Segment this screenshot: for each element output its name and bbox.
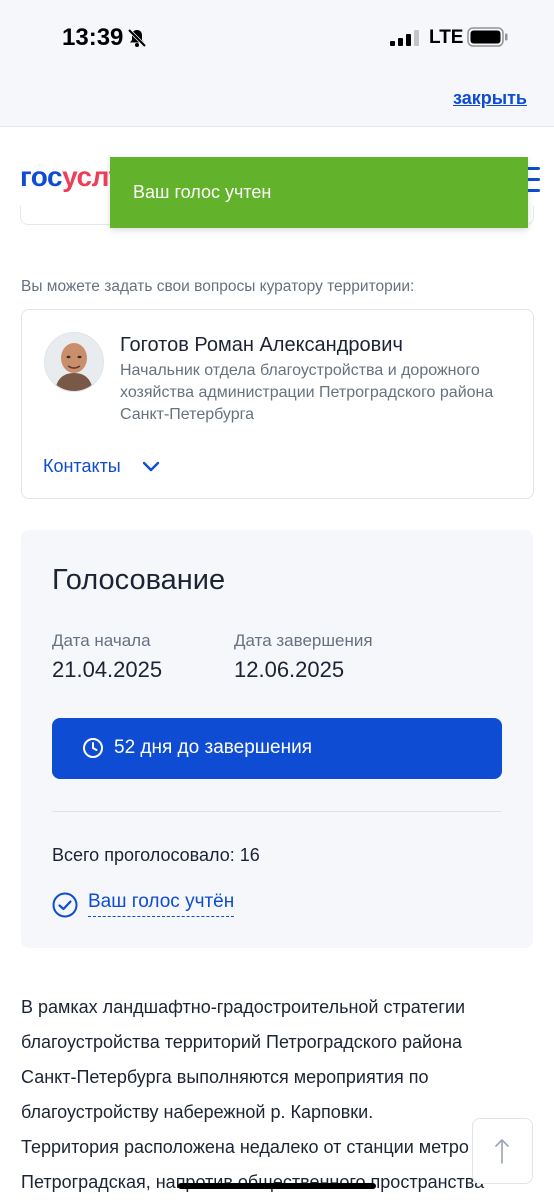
days-remaining-button[interactable]: 52 дня до завершения [52,718,502,779]
clock-icon [83,738,103,758]
status-bar: 13:39 LTE [0,0,554,76]
divider [52,811,502,812]
status-time: 13:39 [62,24,124,51]
end-date-label: Дата завершения [234,631,373,650]
network-type: LTE [429,27,464,48]
success-toast: Ваш голос учтен [110,157,528,228]
curator-name: Гоготов Роман Александрович [120,334,403,356]
bell-muted-icon [127,28,147,48]
description-line: Санкт-Петербурга выполняются мероприятия… [21,1067,429,1087]
close-link[interactable]: закрыть [453,88,527,109]
description-line: В рамках ландшафтно-градостроительной ст… [21,997,466,1017]
avatar [44,332,104,392]
curator-card: Гоготов Роман Александрович Начальник от… [21,309,534,499]
scroll-to-top-button[interactable] [472,1118,533,1184]
chevron-down-icon[interactable] [142,460,160,474]
voting-card: Голосование Дата начала 21.04.2025 Дата … [21,530,533,948]
home-indicator [178,1183,376,1189]
contacts-toggle[interactable]: Контакты [43,456,121,477]
logo-part-red: ус [62,161,92,192]
project-description: В рамках ландшафтно-градостроительной ст… [21,990,541,1200]
signal-icon [390,30,419,46]
curator-intro: Вы можете задать свои вопросы куратору т… [21,278,415,295]
description-line: благоустройства территорий Петроградског… [21,1032,463,1052]
description-line: Территория расположена недалеко от станц… [21,1137,469,1157]
arrow-up-icon [495,1139,509,1164]
total-votes: Всего проголосовало: 16 [52,845,260,865]
description-line: благоустройству набережной р. Карповки. [21,1102,374,1122]
check-circle-icon [52,892,78,918]
start-date-value: 21.04.2025 [52,657,163,682]
logo-part-blue: гос [20,161,63,192]
voting-title: Голосование [52,564,226,596]
end-date-value: 12.06.2025 [234,657,345,682]
curator-role: Начальник отдела благоустройства и дорож… [120,362,494,423]
battery-icon [467,27,508,47]
days-remaining-label: 52 дня до завершения [114,737,312,758]
toast-message: Ваш голос учтен [133,182,272,202]
browser-chrome: закрыть [0,76,554,126]
vote-status-link[interactable]: Ваш голос учтён [88,891,235,917]
start-date-label: Дата начала [52,631,151,650]
